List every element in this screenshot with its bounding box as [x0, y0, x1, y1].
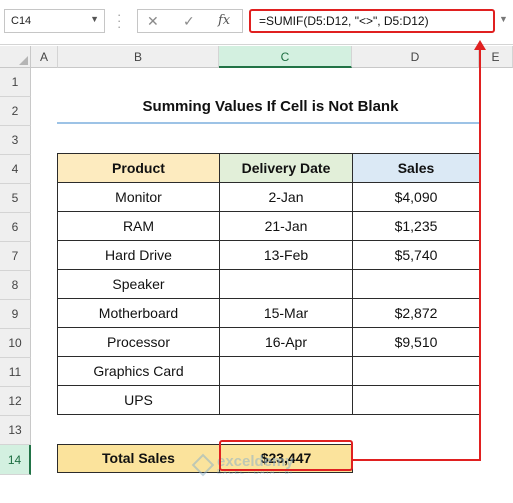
select-all-button[interactable] — [0, 46, 31, 68]
enter-icon[interactable]: ✓ — [183, 13, 195, 30]
cell-sales[interactable]: $4,090 — [352, 182, 480, 212]
name-box[interactable]: C14 ▼ — [4, 9, 105, 33]
cell-product[interactable]: Monitor — [57, 182, 220, 212]
cell-product[interactable]: UPS — [57, 385, 220, 415]
row-header-13[interactable]: 13 — [0, 416, 31, 445]
row-header-9[interactable]: 9 — [0, 300, 31, 329]
formula-input[interactable]: =SUMIF(D5:D12, "<>", D5:D12) — [249, 9, 495, 33]
cell-product[interactable]: Speaker — [57, 269, 220, 299]
row-header-14[interactable]: 14 — [0, 445, 31, 475]
cell-delivery-date[interactable]: 15-Mar — [219, 298, 353, 328]
header-product[interactable]: Product — [57, 153, 220, 183]
row-header-10[interactable]: 10 — [0, 329, 31, 358]
formula-bar-grip-icon[interactable]: · · · — [117, 8, 121, 33]
select-all-icon — [19, 56, 28, 65]
expand-formula-bar-icon[interactable]: ▼ — [499, 14, 508, 24]
cell-product[interactable]: Processor — [57, 327, 220, 357]
cell-product[interactable]: RAM — [57, 211, 220, 241]
annotation-arrow-vertical — [479, 48, 481, 461]
cell-sales[interactable]: $5,740 — [352, 240, 480, 270]
column-header-d[interactable]: D — [352, 46, 479, 68]
cell-delivery-date[interactable]: 2-Jan — [219, 182, 353, 212]
row-header-3[interactable]: 3 — [0, 126, 31, 155]
cell-product[interactable]: Hard Drive — [57, 240, 220, 270]
cell-delivery-date[interactable] — [219, 269, 353, 299]
selected-cell-highlight — [219, 440, 353, 471]
exceldemy-logo-icon — [191, 453, 215, 477]
chevron-down-icon[interactable]: ▼ — [90, 14, 99, 24]
header-delivery-date[interactable]: Delivery Date — [219, 153, 353, 183]
worksheet-grid: A B C D E 1 2 3 4 5 6 7 8 9 10 11 12 13 … — [0, 40, 513, 503]
cell-delivery-date[interactable]: 16-Apr — [219, 327, 353, 357]
formula-bar: C14 ▼ · · · ✕ ✓ fx =SUMIF(D5:D12, "<>", D5… — [0, 0, 513, 45]
header-sales[interactable]: Sales — [352, 153, 480, 183]
cell-sales[interactable]: $1,235 — [352, 211, 480, 241]
cell-sales[interactable] — [352, 385, 480, 415]
cell-sales[interactable] — [352, 269, 480, 299]
row-header-2[interactable]: 2 — [0, 97, 31, 126]
row-header-8[interactable]: 8 — [0, 271, 31, 300]
name-box-value: C14 — [11, 15, 32, 27]
cell-product[interactable]: Graphics Card — [57, 356, 220, 386]
row-header-7[interactable]: 7 — [0, 242, 31, 271]
row-header-11[interactable]: 11 — [0, 358, 31, 387]
row-header-1[interactable]: 1 — [0, 68, 31, 97]
column-header-a[interactable]: A — [31, 46, 58, 68]
cell-delivery-date[interactable] — [219, 356, 353, 386]
cancel-icon[interactable]: ✕ — [147, 13, 159, 30]
page-title: Summing Values If Cell is Not Blank — [142, 98, 399, 115]
insert-function-icon[interactable]: fx — [218, 13, 230, 28]
annotation-arrow-head-icon — [474, 40, 486, 50]
cell-sales[interactable] — [352, 356, 480, 386]
row-header-5[interactable]: 5 — [0, 184, 31, 213]
column-header-c[interactable]: C — [219, 46, 352, 68]
title-underline — [57, 122, 481, 124]
column-header-b[interactable]: B — [58, 46, 219, 68]
cell-delivery-date[interactable]: 13-Feb — [219, 240, 353, 270]
annotation-arrow-horizontal — [353, 459, 481, 461]
cell-product[interactable]: Motherboard — [57, 298, 220, 328]
cell-sales[interactable]: $2,872 — [352, 298, 480, 328]
cell-delivery-date[interactable]: 21-Jan — [219, 211, 353, 241]
row-header-6[interactable]: 6 — [0, 213, 31, 242]
row-header-12[interactable]: 12 — [0, 387, 31, 416]
cell-delivery-date[interactable] — [219, 385, 353, 415]
cell-sales[interactable]: $9,510 — [352, 327, 480, 357]
formula-buttons: ✕ ✓ fx — [137, 9, 243, 33]
row-header-4[interactable]: 4 — [0, 155, 31, 184]
